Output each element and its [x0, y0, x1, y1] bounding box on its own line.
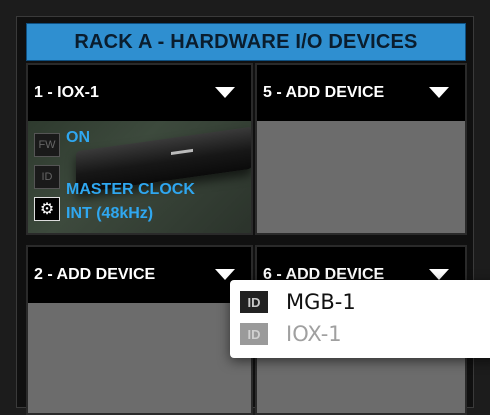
slot-1: 1 - IOX-1 FW ID ⚙ ON MASTER CLOCK INT (4…: [26, 63, 253, 235]
device-dropdown-menu: ID MGB-1 ID IOX-1: [230, 280, 490, 358]
slot-5: 5 - ADD DEVICE: [255, 63, 467, 235]
chevron-down-icon[interactable]: [429, 87, 449, 98]
dropdown-item-mgb-1[interactable]: ID MGB-1: [240, 288, 356, 316]
chevron-down-icon[interactable]: [215, 87, 235, 98]
clock-source-label: INT (48kHz): [66, 205, 154, 222]
chevron-down-icon[interactable]: [215, 269, 235, 280]
id-button[interactable]: ID: [34, 165, 60, 189]
slot-1-header[interactable]: 1 - IOX-1: [28, 65, 251, 121]
fw-button[interactable]: FW: [34, 133, 60, 157]
gear-icon[interactable]: ⚙: [34, 197, 60, 221]
dropdown-item-label: MGB-1: [286, 290, 356, 314]
id-badge: ID: [240, 323, 268, 345]
master-clock-label: MASTER CLOCK: [66, 181, 195, 198]
slot-1-label: 1 - IOX-1: [34, 84, 99, 101]
slot-5-header[interactable]: 5 - ADD DEVICE: [257, 65, 465, 121]
dropdown-item-iox-1: ID IOX-1: [240, 320, 342, 348]
chevron-down-icon[interactable]: [429, 269, 449, 280]
slot-2: 2 - ADD DEVICE: [26, 245, 253, 415]
slot-2-header[interactable]: 2 - ADD DEVICE: [28, 247, 251, 303]
slot-2-label: 2 - ADD DEVICE: [34, 266, 156, 283]
device-status: ON: [66, 129, 90, 146]
device-panel: FW ID ⚙ ON MASTER CLOCK INT (48kHz): [28, 121, 251, 233]
dropdown-item-label: IOX-1: [286, 322, 342, 346]
rack-title: RACK A - HARDWARE I/O DEVICES: [26, 23, 466, 61]
slot-5-label: 5 - ADD DEVICE: [263, 84, 385, 101]
id-badge: ID: [240, 291, 268, 313]
